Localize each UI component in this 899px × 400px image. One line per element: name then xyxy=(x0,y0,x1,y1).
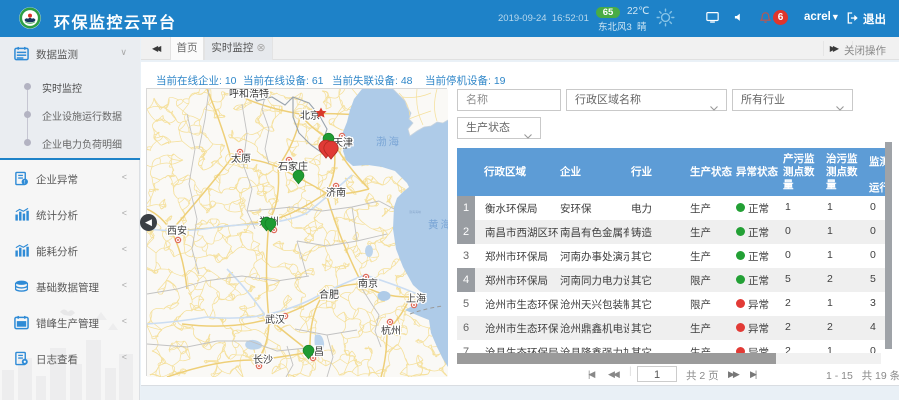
svg-text:长沙: 长沙 xyxy=(253,354,273,366)
svg-text:济南: 济南 xyxy=(326,186,346,199)
svg-text:北京: 北京 xyxy=(300,109,320,122)
svg-text:黄海: 黄海 xyxy=(428,218,448,231)
svg-text:杭州: 杭州 xyxy=(381,324,401,337)
svg-text:南京: 南京 xyxy=(358,277,378,290)
svg-text:渤海海峡: 渤海海峡 xyxy=(409,209,421,214)
svg-text:合肥: 合肥 xyxy=(319,288,339,301)
svg-text:呼和浩特: 呼和浩特 xyxy=(229,89,269,100)
svg-text:西安: 西安 xyxy=(167,224,187,237)
svg-text:武汉: 武汉 xyxy=(265,313,285,326)
svg-text:石家庄: 石家庄 xyxy=(278,160,308,173)
svg-text:太原: 太原 xyxy=(231,152,251,165)
svg-text:上海: 上海 xyxy=(406,292,426,305)
svg-text:渤海: 渤海 xyxy=(376,135,401,148)
